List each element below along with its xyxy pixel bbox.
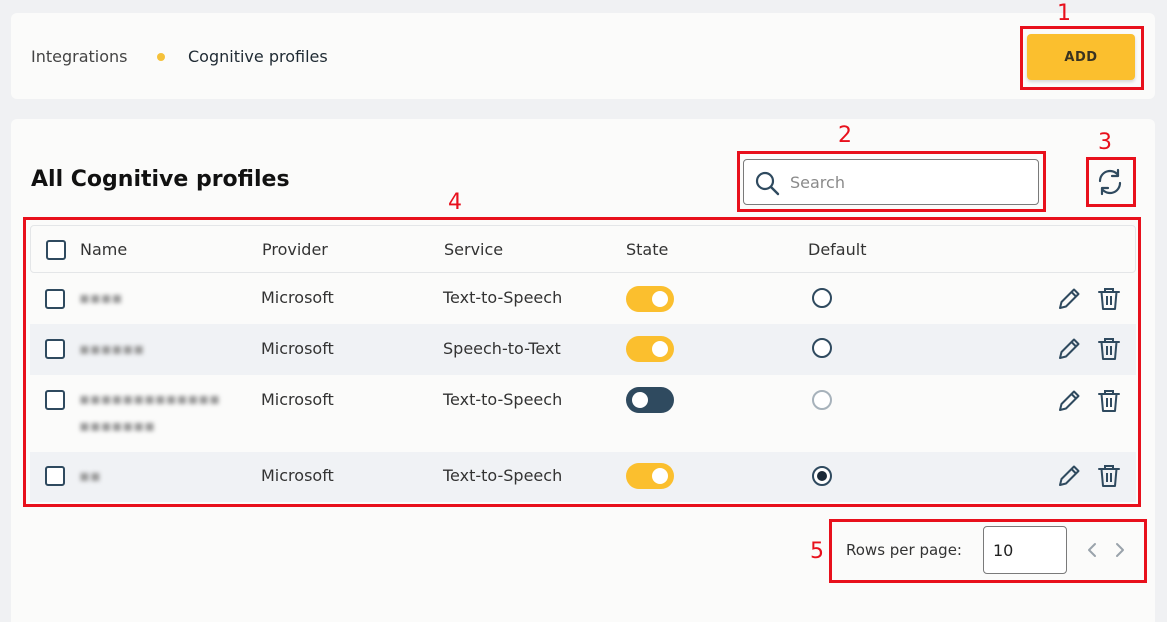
annotation-box-5 [829, 519, 1147, 583]
page-title: All Cognitive profiles [31, 167, 290, 192]
breadcrumb-separator [157, 53, 165, 61]
annotation-number-2: 2 [838, 123, 852, 148]
annotation-number-1: 1 [1057, 1, 1071, 26]
breadcrumb-integrations[interactable]: Integrations [31, 47, 128, 66]
annotation-number-4: 4 [448, 190, 462, 215]
breadcrumb-bar [11, 13, 1155, 99]
annotation-box-1 [1020, 26, 1144, 90]
annotation-number-3: 3 [1098, 130, 1112, 155]
breadcrumb-current: Cognitive profiles [188, 47, 328, 66]
annotation-box-4 [23, 217, 1141, 507]
annotation-number-5: 5 [810, 539, 824, 564]
annotation-box-2 [737, 151, 1046, 212]
annotation-box-3 [1086, 157, 1136, 207]
